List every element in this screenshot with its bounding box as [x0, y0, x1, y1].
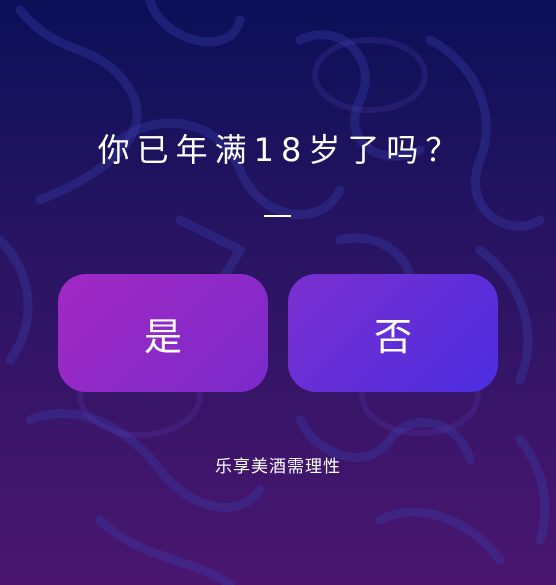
age-question-title: 你已年满18岁了吗？	[97, 131, 465, 169]
title-divider	[264, 215, 291, 217]
responsible-drinking-slogan: 乐享美酒需理性	[215, 457, 341, 477]
age-verification-screen: 你已年满18岁了吗？ 是 否 乐享美酒需理性	[0, 0, 556, 585]
yes-button[interactable]: 是	[58, 274, 268, 392]
no-button[interactable]: 否	[288, 274, 498, 392]
